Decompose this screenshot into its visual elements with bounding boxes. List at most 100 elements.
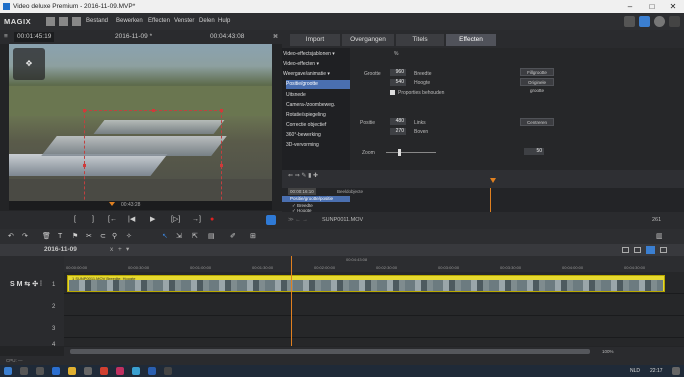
marker-icon[interactable]: ⚑	[72, 229, 78, 244]
timeline-scrollbar[interactable]: 100%	[64, 347, 684, 356]
snap-icon[interactable]	[266, 215, 276, 225]
minimize-button[interactable]: –	[622, 0, 638, 13]
menu-delen[interactable]: Delen	[199, 13, 215, 30]
effect-category[interactable]: Video-effectsjablonen ▾	[283, 50, 347, 59]
zoom-slider-handle[interactable]	[398, 149, 401, 156]
fill-size-button[interactable]: Fillgrootte	[520, 68, 554, 76]
menu-hulp[interactable]: Hulp	[218, 13, 230, 30]
position-marker-icon[interactable]	[109, 202, 115, 206]
video-preview[interactable]: ✥	[9, 44, 272, 201]
maximize-button[interactable]: □	[644, 0, 660, 13]
tab-effecten[interactable]: Effecten	[446, 34, 496, 46]
language-indicator[interactable]: NLD	[630, 365, 640, 377]
timeline-ruler[interactable]: 00:00:00:00 00:00:30:00 00:01:00:00 00:0…	[64, 256, 684, 272]
zoom-slider[interactable]	[386, 152, 436, 153]
explorer-icon[interactable]	[68, 367, 76, 375]
keyframe-nav-icon[interactable]: ⇐ ⇒ ✎ ▮ ✚	[288, 172, 318, 179]
goto-out-button[interactable]: →]	[192, 211, 201, 229]
timeline-playhead[interactable]	[291, 256, 292, 346]
nav-icon[interactable]: ≫ ← →	[288, 212, 308, 229]
menu-effecten[interactable]: Effecten	[148, 13, 170, 30]
zoom-input[interactable]: 50	[524, 148, 544, 155]
menu-venster[interactable]: Venster	[174, 13, 194, 30]
view-storyboard-icon[interactable]	[622, 247, 629, 253]
effect-item-positie-grootte[interactable]: Positie/grootte	[286, 80, 350, 89]
help-icon[interactable]	[654, 16, 665, 27]
keyframe-row[interactable]: Positie/grootte/positie	[282, 196, 350, 202]
grid-icon[interactable]	[72, 17, 81, 26]
app-icon-pink[interactable]	[116, 367, 124, 375]
menu-bewerken[interactable]: Bewerken	[116, 13, 143, 30]
center-button[interactable]: Centreren	[520, 118, 554, 126]
play-button[interactable]: ▶	[150, 211, 155, 229]
upload-icon[interactable]	[639, 16, 650, 27]
tab-menu-icon[interactable]: ▾	[126, 244, 129, 256]
keep-ratio-checkbox[interactable]	[390, 90, 395, 95]
save-icon[interactable]	[59, 17, 68, 26]
move-control-icon[interactable]: ✥	[13, 48, 45, 80]
app-icon-magix[interactable]	[148, 367, 156, 375]
boven-input[interactable]: 270	[390, 128, 406, 135]
goto-in-button[interactable]: [←	[108, 211, 117, 229]
keyframe-time[interactable]: 00:00:16:10	[288, 188, 316, 195]
storyboard-icon[interactable]: ▤	[208, 229, 215, 244]
menu-icon[interactable]: ≡	[4, 30, 8, 44]
trim-tool-icon[interactable]: ⇱	[192, 229, 198, 244]
keyframe-playhead-icon[interactable]	[490, 178, 496, 183]
range-tool-icon[interactable]: ⇲	[176, 229, 182, 244]
menu-bestand[interactable]: Bestand	[86, 13, 108, 30]
play-range-button[interactable]: [▷]	[171, 211, 180, 229]
export-tool-icon[interactable]: ⊞	[250, 229, 256, 244]
export-icon[interactable]	[669, 16, 680, 27]
timecode-left[interactable]: 00:01:45:19	[14, 32, 55, 42]
folder-icon[interactable]	[46, 17, 55, 26]
selection-frame[interactable]	[83, 109, 223, 201]
view-multicam-icon[interactable]	[660, 247, 667, 253]
preview-timeline-strip[interactable]: 00:43:28	[9, 201, 272, 210]
breedte-input[interactable]: 960	[390, 69, 406, 76]
redo-icon[interactable]: ↷	[22, 229, 28, 244]
cut-icon[interactable]: ✂	[86, 229, 92, 244]
undo-icon[interactable]: ↶	[8, 229, 14, 244]
mixer-icon[interactable]: ▥	[656, 229, 663, 244]
link-icon[interactable]: ⚲	[112, 229, 117, 244]
taskview-icon[interactable]	[36, 367, 44, 375]
search-icon[interactable]	[20, 367, 28, 375]
pin-icon[interactable]: ⌘	[273, 30, 278, 44]
hoogte-input[interactable]: 540	[390, 79, 406, 86]
scrollbar-thumb[interactable]	[70, 349, 590, 354]
effect-item[interactable]: Correctie objectief	[286, 121, 350, 130]
zoom-percent[interactable]: 100%	[602, 347, 614, 356]
tab-titels[interactable]: Titels	[396, 34, 444, 46]
color-tool-icon[interactable]: ✐	[230, 229, 236, 244]
store-icon[interactable]	[84, 367, 92, 375]
pointer-tool-icon[interactable]: ↖	[162, 229, 168, 244]
notification-icon[interactable]	[672, 367, 680, 375]
mark-in-button[interactable]: [	[74, 211, 76, 229]
app-icon-gray[interactable]	[164, 367, 172, 375]
close-tab-icon[interactable]: x	[110, 244, 113, 256]
video-clip[interactable]: 1 SUNP0011.MOV Breedte: Hoogte	[67, 275, 665, 292]
track-mode-icons[interactable]: S M ⇆ ✣ ⫶	[10, 280, 42, 289]
effect-category[interactable]: Weergave/animatie ▾	[283, 70, 347, 79]
effect-item[interactable]: Camera-/zoombeweg.	[286, 101, 350, 110]
links-input[interactable]: 480	[390, 118, 406, 125]
app-icon-red[interactable]	[100, 367, 108, 375]
delete-icon[interactable]: 🗑	[42, 229, 51, 244]
clock[interactable]: 22:17	[650, 365, 663, 377]
effect-category[interactable]: Video-effecten ▾	[283, 60, 347, 69]
film-icon[interactable]	[624, 16, 635, 27]
project-tab[interactable]: 2016-11-09	[44, 244, 77, 256]
zoom-value[interactable]: 261	[652, 212, 661, 229]
view-timeline-icon[interactable]	[646, 246, 655, 254]
effect-item[interactable]: Uitsnede	[286, 91, 350, 100]
view-scene-icon[interactable]	[634, 247, 641, 253]
effect-item[interactable]: 3D-vervorming	[286, 141, 350, 150]
tab-overgangen[interactable]: Overgangen	[342, 34, 394, 46]
previous-button[interactable]: |◀	[128, 211, 135, 229]
tab-import[interactable]: Import	[290, 34, 340, 46]
app-icon-blue[interactable]	[132, 367, 140, 375]
effect-item[interactable]: 360°-bewerking	[286, 131, 350, 140]
title-tool-icon[interactable]: T	[58, 229, 62, 244]
original-size-button[interactable]: Originele grootte	[520, 78, 554, 93]
